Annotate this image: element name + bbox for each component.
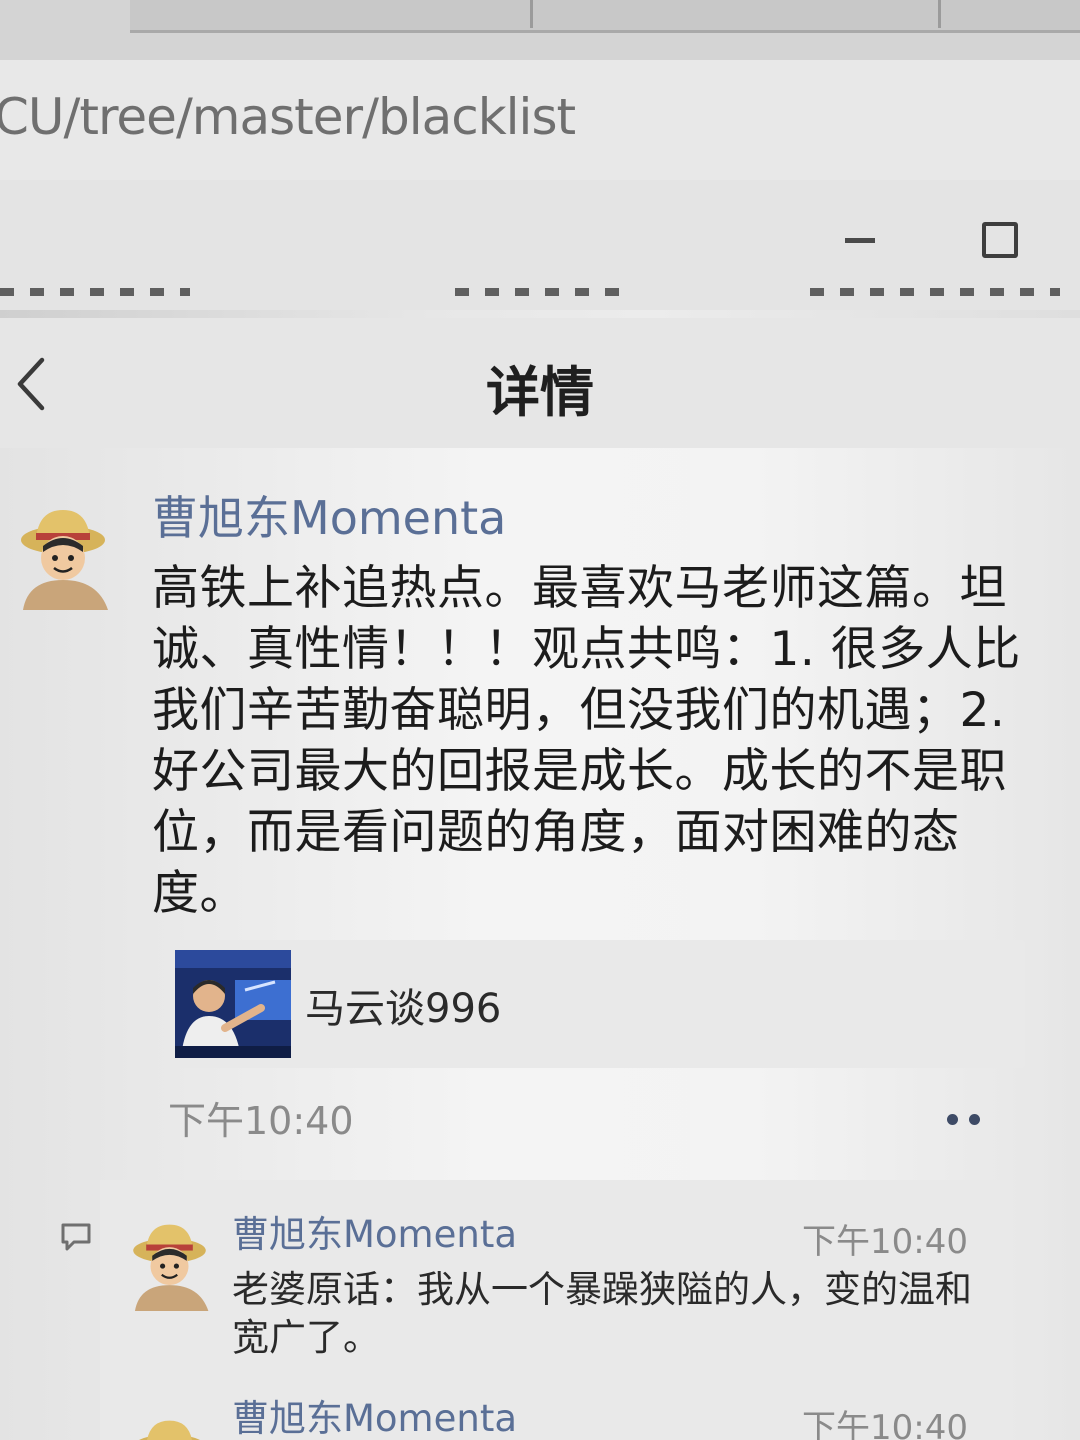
comment-text: 老婆原话：我从一个暴躁狭隘的人，变的温和宽广了。 [232, 1268, 972, 1359]
comment-avatar[interactable] [122, 1412, 217, 1440]
address-bar[interactable]: CU/tree/master/blacklist [0, 60, 1080, 182]
comment-icon [61, 1223, 91, 1251]
tab-divider [530, 0, 533, 28]
blurred-toolbar-fragment [455, 288, 635, 296]
video-thumbnail-image [175, 950, 291, 1058]
link-title: 马云谈996 [305, 986, 502, 1032]
minimize-icon[interactable] [845, 238, 875, 243]
link-thumbnail [175, 950, 291, 1058]
comment-author-name[interactable]: 曹旭东Momenta [232, 1204, 517, 1258]
tab-bar[interactable] [130, 0, 1080, 33]
screen: CU/tree/master/blacklist 详情 曹旭东Momenta 高… [0, 0, 1080, 1440]
post-timestamp: 下午10:40 [168, 1099, 354, 1143]
comment-timestamp: 下午10:40 [802, 1222, 968, 1262]
shared-link-card[interactable]: 马云谈996 [165, 940, 1025, 1068]
blurred-toolbar-fragment [810, 288, 1060, 296]
post-author-name[interactable]: 曹旭东Momenta [152, 482, 506, 548]
window-controls [0, 180, 1080, 310]
tab-divider [938, 0, 941, 28]
browser-tab-strip [0, 0, 1080, 60]
post-text: 高铁上补追热点。最喜欢马老师这篇。坦诚、真性情！！！观点共鸣：1. 很多人比我们… [152, 561, 1021, 921]
page-title: 详情 [486, 361, 594, 424]
more-dots-icon[interactable] [935, 1098, 995, 1138]
blurred-toolbar-fragment [0, 288, 190, 296]
avatar-image [21, 510, 108, 610]
comment-timestamp: 下午10:40 [802, 1408, 968, 1440]
detail-header: 详情 [0, 318, 1080, 448]
url-text[interactable]: CU/tree/master/blacklist [0, 88, 576, 146]
comment-avatar[interactable] [122, 1216, 217, 1311]
avatar-image [133, 1224, 209, 1311]
avatar[interactable] [8, 500, 118, 610]
comments-section: 曹旭东Momenta 下午10:40 老婆原话：我从一个暴躁狭隘的人，变的温和宽… [61, 1180, 1000, 1440]
moment-detail: 曹旭东Momenta 高铁上补追热点。最喜欢马老师这篇。坦诚、真性情！！！观点共… [0, 448, 1080, 1440]
comment-author-name[interactable]: 曹旭东Momenta [232, 1388, 517, 1440]
maximize-icon[interactable] [982, 222, 1018, 258]
avatar-image [139, 1420, 200, 1440]
